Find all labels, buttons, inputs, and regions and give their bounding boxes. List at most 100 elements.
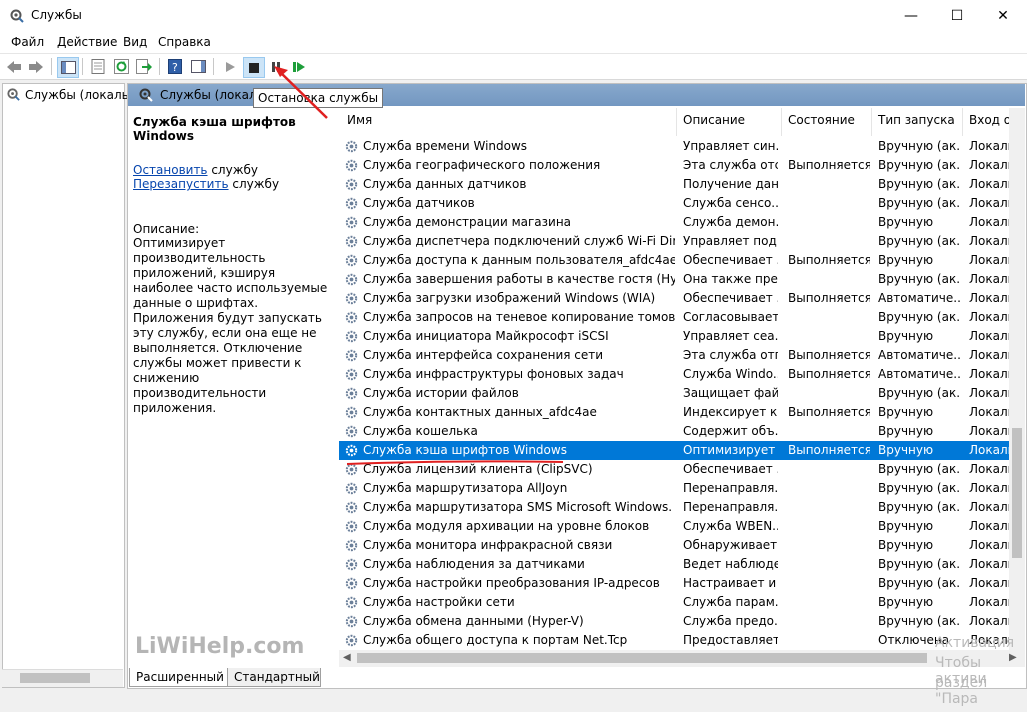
column-header-name[interactable]: Имя <box>347 113 372 137</box>
table-row[interactable]: Служба датчиков Служба сенсо... Вручную (а… <box>339 194 1025 213</box>
column-header-startup-type[interactable]: Тип запуска <box>878 113 955 137</box>
table-row[interactable]: Служба инфраструктуры фоновых задач Служб… <box>339 365 1025 384</box>
service-gear-icon <box>345 140 358 153</box>
table-row[interactable]: Служба маршрутизатора SMS Microsoft Wind… <box>339 498 1025 517</box>
table-row[interactable]: Служба контактных данных_afdc4ae Индексир… <box>339 403 1025 422</box>
service-title: Служба кэша шрифтов Windows <box>133 115 296 143</box>
table-row[interactable]: Служба времени Windows Управляет син... Вр… <box>339 137 1025 156</box>
cell-start: Автоматиче... <box>878 348 960 362</box>
cell-name: Служба датчиков <box>363 196 475 210</box>
column-header-status[interactable]: Состояние <box>788 113 855 137</box>
cell-name: Служба данных датчиков <box>363 177 527 191</box>
service-gear-icon <box>345 615 358 628</box>
table-row[interactable]: Служба данных датчиков Получение дан... Вр… <box>339 175 1025 194</box>
vertical-scrollbar[interactable] <box>1009 108 1025 650</box>
table-row[interactable]: Служба завершения работы в качестве гост… <box>339 270 1025 289</box>
table-row-selected[interactable]: Служба кэша шрифтов Windows Оптимизирует … <box>339 441 1025 460</box>
restart-line: Перезапустить службу <box>133 177 338 191</box>
column-divider <box>962 108 963 136</box>
cell-name: Служба обмена данными (Hyper-V) <box>363 614 584 628</box>
table-row[interactable]: Служба истории файлов Защищает фай... Вруч… <box>339 384 1025 403</box>
maximize-button[interactable]: ☐ <box>934 0 980 31</box>
cell-start: Вручную (ак... <box>878 557 960 571</box>
properties-button[interactable] <box>88 57 108 76</box>
table-row[interactable]: Служба кошелька Содержит объ... Вручную Лок… <box>339 422 1025 441</box>
service-gear-icon <box>345 254 358 267</box>
stop-service-link[interactable]: Остановить <box>133 163 208 177</box>
menu-help[interactable]: Справка <box>158 35 211 49</box>
service-gear-icon <box>345 520 358 533</box>
forward-button[interactable] <box>26 57 46 76</box>
stop-service-button[interactable] <box>243 57 265 78</box>
column-header-description[interactable]: Описание <box>683 113 745 137</box>
scrollbar-thumb[interactable] <box>20 673 90 683</box>
table-row[interactable]: Служба маршрутизатора AllJoyn Перенаправл… <box>339 479 1025 498</box>
cell-start: Вручную (ак... <box>878 196 960 210</box>
window-title: Службы <box>31 8 82 22</box>
menu-file[interactable]: Файл <box>11 35 44 49</box>
service-gear-icon <box>345 577 358 590</box>
cell-name: Служба демонстрации магазина <box>363 215 572 229</box>
export-list-button[interactable] <box>134 57 154 76</box>
service-gear-icon <box>345 311 358 324</box>
table-row[interactable]: Служба модуля архивации на уровне блоков… <box>339 517 1025 536</box>
site-watermark: LiWiHelp.com <box>135 634 305 659</box>
services-gear-icon <box>139 88 153 102</box>
menu-action[interactable]: Действие <box>57 35 117 49</box>
table-row[interactable]: Служба географического положения Эта служ… <box>339 156 1025 175</box>
minimize-button[interactable]: — <box>888 0 934 31</box>
column-header-row: ^ Имя Описание Состояние Тип запуска Вхо… <box>339 108 1025 136</box>
maximize-icon: ☐ <box>950 7 964 24</box>
title-bar: Службы — ☐ ✕ <box>0 0 1027 31</box>
cell-state: Выполняется <box>788 443 870 457</box>
horizontal-scrollbar[interactable]: ◀ ▶ <box>339 650 1025 667</box>
tab-extended[interactable]: Расширенный <box>129 668 231 687</box>
start-service-button[interactable] <box>220 57 240 76</box>
table-row[interactable]: Служба обмена данными (Hyper-V) Служба пр… <box>339 612 1025 631</box>
tree-node-services-local[interactable]: Службы (локалы <box>6 87 131 102</box>
table-row[interactable]: Служба запросов на теневое копирование т… <box>339 308 1025 327</box>
show-console-tree-button[interactable] <box>57 57 79 78</box>
cell-state: Выполняется <box>788 367 870 381</box>
cell-name: Служба инициатора Майкрософт iSCSI <box>363 329 609 343</box>
table-row[interactable]: Служба интерфейса сохранения сети Эта слу… <box>339 346 1025 365</box>
restart-service-link[interactable]: Перезапустить <box>133 177 229 191</box>
table-row[interactable]: Служба диспетчера подключений служб Wi-F… <box>339 232 1025 251</box>
close-button[interactable]: ✕ <box>980 0 1026 31</box>
forward-arrow-icon <box>29 60 43 73</box>
table-row[interactable]: Служба наблюдения за датчиками Ведет набл… <box>339 555 1025 574</box>
refresh-icon <box>113 59 129 74</box>
cell-desc: Обеспечивает ... <box>683 253 778 267</box>
cell-desc: Эта служба отп... <box>683 348 778 362</box>
cell-start: Вручную <box>878 519 934 533</box>
tree-horizontal-scrollbar[interactable] <box>2 669 123 687</box>
refresh-button[interactable] <box>111 57 131 76</box>
cell-state: Выполняется <box>788 253 870 267</box>
scrollbar-thumb[interactable] <box>357 653 927 663</box>
table-row[interactable]: Служба настройки сети Служба парам... Вруч… <box>339 593 1025 612</box>
table-row[interactable]: Служба общего доступа к портам Net.Tcp Пр… <box>339 631 1025 650</box>
table-row[interactable]: Служба доступа к данным пользователя_afd… <box>339 251 1025 270</box>
tab-standard[interactable]: Стандартный <box>227 668 321 687</box>
table-row[interactable]: Служба загрузки изображений Windows (WIA… <box>339 289 1025 308</box>
table-row[interactable]: Служба настройки преобразования IP-адрес… <box>339 574 1025 593</box>
show-action-pane-button[interactable] <box>188 57 208 76</box>
cell-name: Служба монитора инфракрасной связи <box>363 538 613 552</box>
service-gear-icon <box>345 539 358 552</box>
service-gear-icon <box>345 197 358 210</box>
activation-watermark-line: раздел "Пара <box>935 675 988 707</box>
scrollbar-thumb[interactable] <box>1012 428 1022 558</box>
menu-view[interactable]: Вид <box>123 35 147 49</box>
cell-desc: Обеспечивает ... <box>683 291 778 305</box>
cell-desc: Оптимизирует ... <box>683 443 778 457</box>
cell-desc: Служба WBEN... <box>683 519 778 533</box>
cell-desc: Эта служба отс... <box>683 158 778 172</box>
table-row[interactable]: Служба монитора инфракрасной связи Обнару… <box>339 536 1025 555</box>
table-row[interactable]: Служба демонстрации магазина Служба демон… <box>339 213 1025 232</box>
table-row[interactable]: Служба инициатора Майкрософт iSCSI Управл… <box>339 327 1025 346</box>
play-icon <box>226 61 235 72</box>
activation-watermark-line: Активация <box>935 635 1015 651</box>
back-button[interactable] <box>4 57 24 76</box>
scroll-left-icon[interactable]: ◀ <box>343 652 351 663</box>
help-button[interactable]: ? <box>165 57 185 76</box>
